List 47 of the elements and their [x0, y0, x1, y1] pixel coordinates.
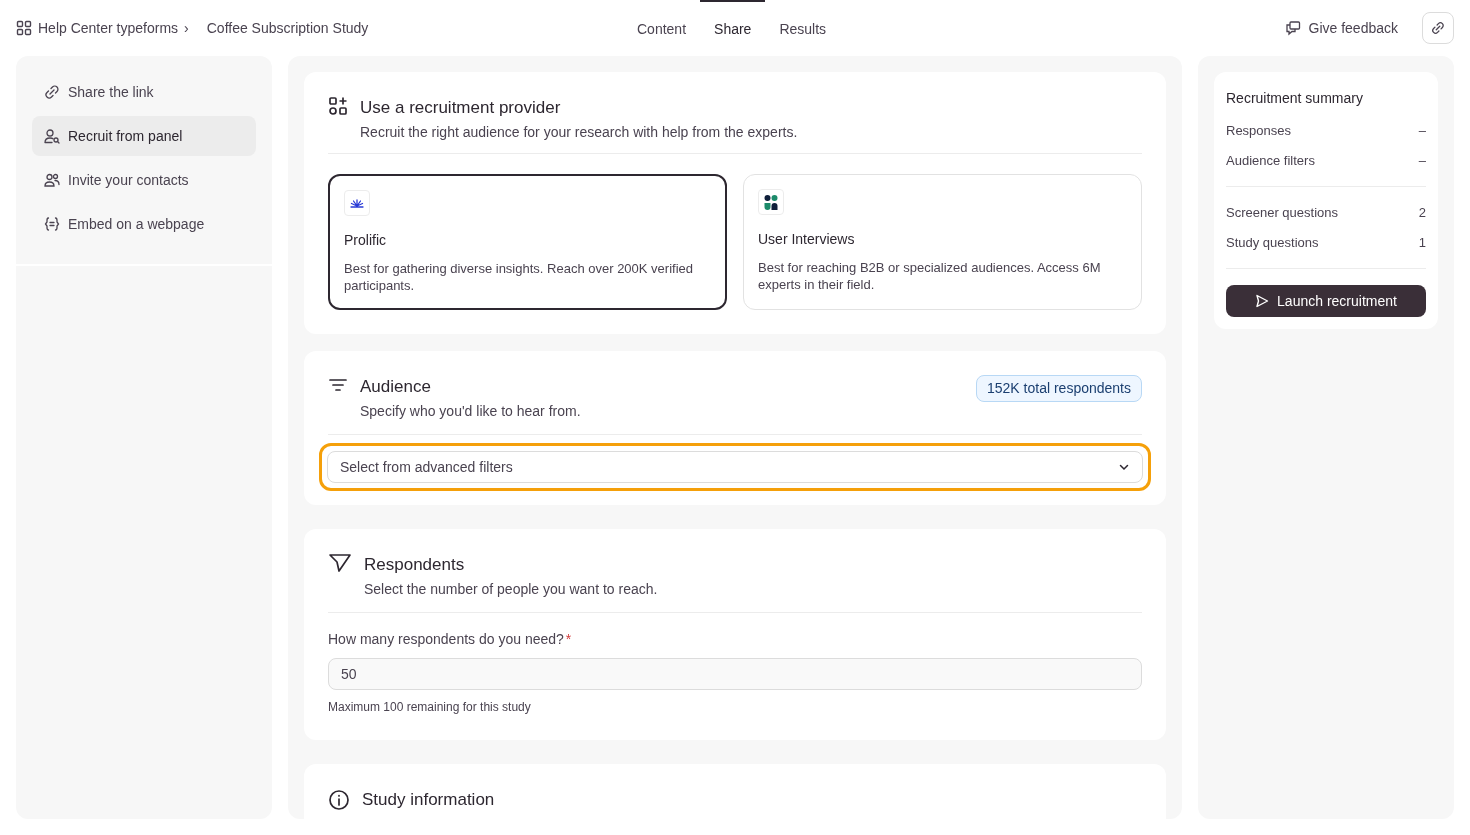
required-mark: * — [565, 630, 572, 649]
grid-icon[interactable] — [16, 20, 32, 36]
summary-value: 1 — [1418, 233, 1426, 252]
apps-add-icon — [328, 96, 348, 116]
respondents-badge: 152K total respondents — [976, 375, 1142, 402]
field-hint: Maximum 100 remaining for this study — [328, 699, 532, 716]
section-subtitle: Select the number of people you want to reach. — [364, 580, 658, 599]
launch-button[interactable]: Launch recruitment — [1226, 285, 1426, 317]
people-icon — [44, 172, 60, 188]
braces-icon — [44, 216, 60, 232]
summary-value: – — [1418, 122, 1426, 140]
field-label: How many respondents do you need? — [328, 630, 564, 649]
summary-label: Study questions — [1226, 233, 1319, 252]
sidebar-item[interactable]: Share the link — [32, 72, 256, 112]
section-subtitle: Recruit the right audience for your research with help from the experts. — [360, 123, 798, 142]
nav-tab[interactable]: Content — [623, 0, 701, 56]
summary-value: – — [1418, 151, 1426, 170]
section-subtitle: Specify who you'd like to hear from. — [360, 402, 582, 421]
link-icon — [1431, 21, 1445, 35]
filter-select[interactable]: Select from advanced filters — [327, 451, 1143, 483]
summary-value: 2 — [1418, 204, 1426, 222]
info-icon — [328, 789, 350, 811]
link-icon — [44, 84, 60, 100]
summary-title: Recruitment summary — [1226, 89, 1364, 108]
nav-tab[interactable]: Results — [765, 0, 841, 56]
breadcrumb-link[interactable]: Help Center typeforms — [38, 17, 179, 39]
sidebar-item[interactable]: Embed on a webpage — [32, 204, 256, 244]
respondents-input[interactable]: 50 — [328, 658, 1142, 690]
section-title: Respondents — [364, 554, 466, 576]
copy-link-button[interactable] — [1422, 12, 1454, 44]
sidebar-item[interactable]: Invite your contacts — [32, 160, 256, 200]
summary-label: Audience filters — [1226, 151, 1315, 170]
breadcrumb-separator: › — [184, 18, 189, 38]
summary-label: Screener questions — [1226, 204, 1338, 222]
provider-card[interactable]: Prolific Best for gathering diverse insights. Reach over 200K verified participants. — [328, 174, 727, 310]
section-title: Audience — [360, 376, 432, 398]
person-search-icon — [44, 128, 60, 144]
sunburst-logo-icon — [350, 198, 364, 208]
section-title: Study information — [362, 789, 495, 811]
chat-icon — [1284, 20, 1301, 36]
breadcrumb-current: Coffee Subscription Study — [206, 18, 369, 38]
provider-card[interactable]: User Interviews Best for reaching B2B or specialized audiences. Access 6M experts in their field. — [743, 174, 1142, 310]
feedback-button[interactable]: Give feedback — [1284, 17, 1398, 39]
summary-label: Responses — [1226, 122, 1292, 140]
section-title: Use a recruitment provider — [360, 97, 562, 119]
people-logo-icon — [763, 194, 779, 210]
sidebar-item[interactable]: Recruit from panel — [32, 116, 256, 156]
